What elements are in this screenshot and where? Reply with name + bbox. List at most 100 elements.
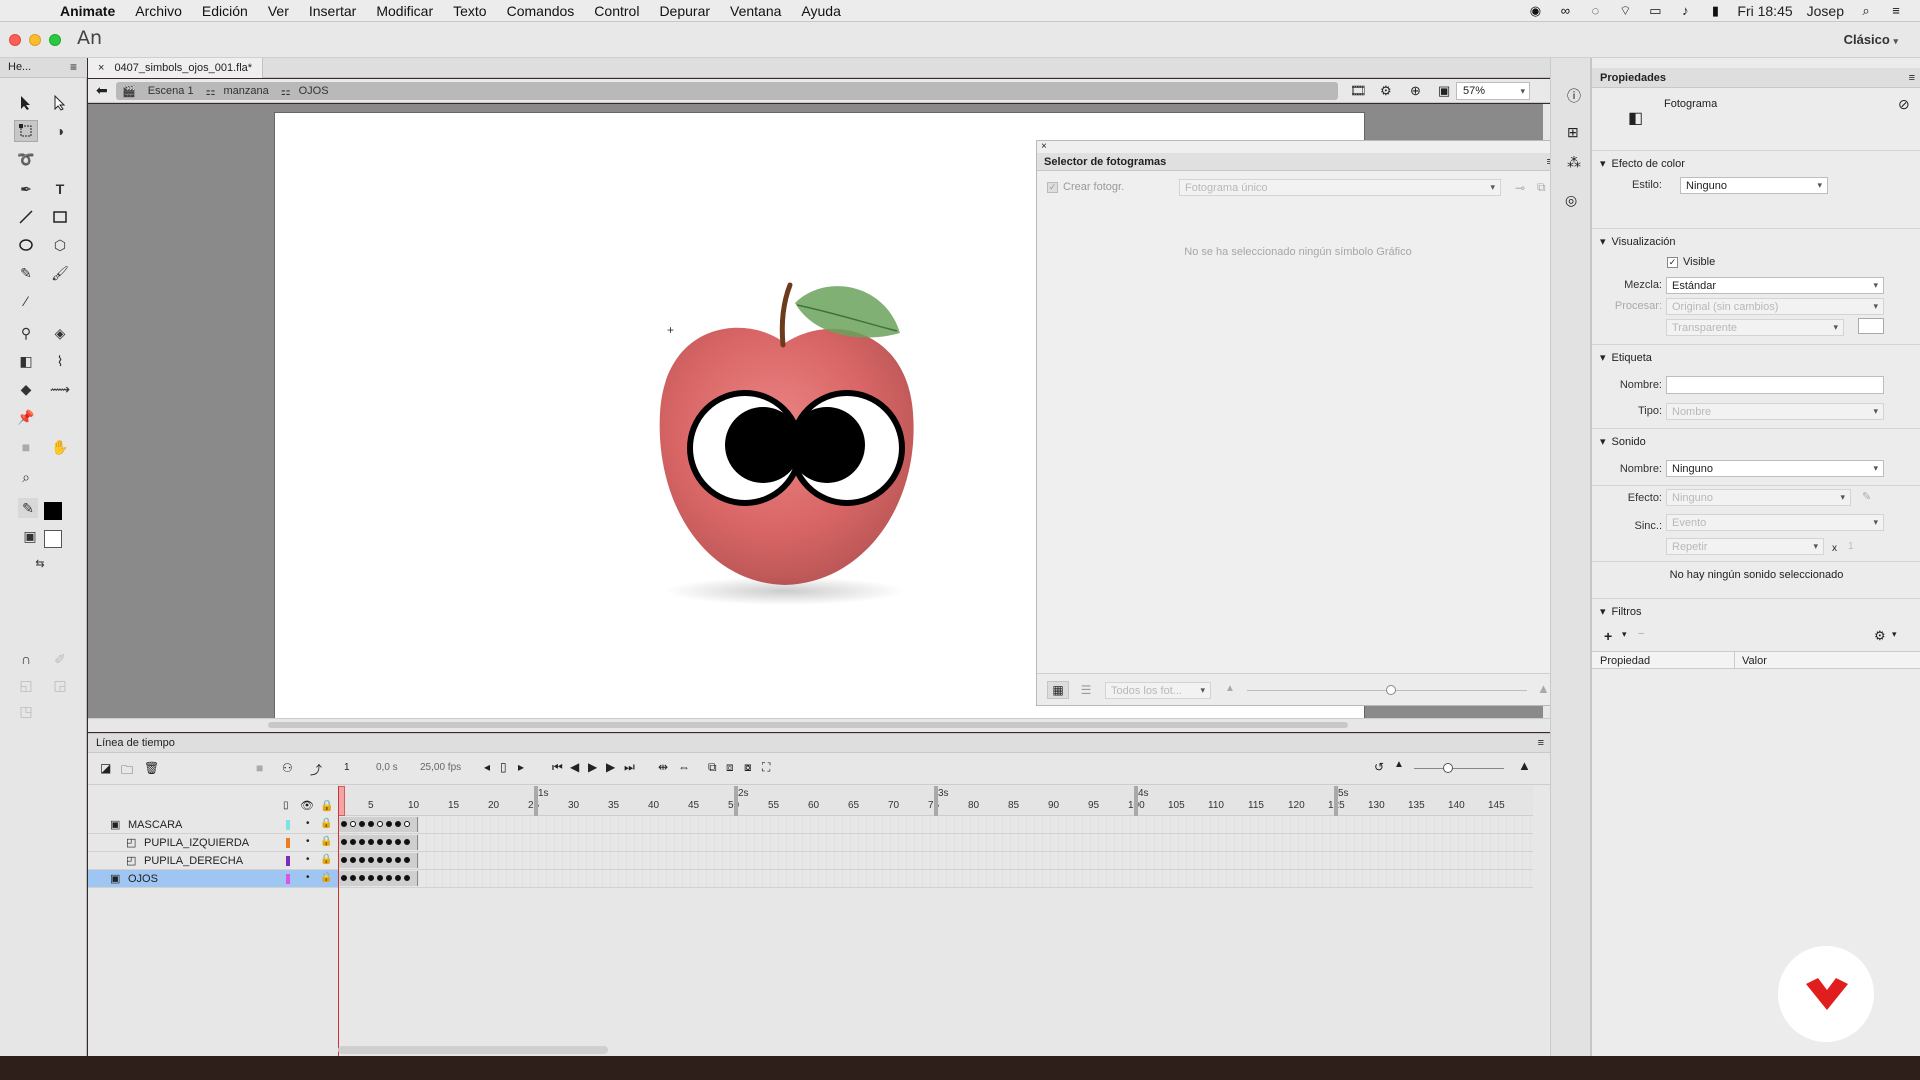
horizontal-scroll-thumb[interactable] <box>268 722 1348 728</box>
filters-col-property[interactable]: Propiedad <box>1600 655 1650 667</box>
keyframe[interactable] <box>368 857 374 863</box>
menu-ayuda[interactable]: Ayuda <box>801 3 840 19</box>
polystar-tool[interactable]: ⬡ <box>48 234 72 256</box>
new-layer-icon[interactable]: ◪ <box>100 761 111 775</box>
remove-filter-icon[interactable]: − <box>1638 628 1644 640</box>
prev-keyframe-icon[interactable]: ◂ <box>484 760 490 774</box>
line-tool[interactable] <box>14 206 38 228</box>
rectangle-tool[interactable] <box>48 206 72 228</box>
last-frame-icon[interactable]: ⏭ <box>624 760 635 775</box>
3d-rotation-tool[interactable]: ◑ <box>48 120 72 142</box>
layer-visibility-dot[interactable]: • <box>306 854 310 865</box>
keyframe[interactable] <box>359 839 365 845</box>
frame-mode-select[interactable]: Fotograma único ▾ <box>1179 179 1501 196</box>
panel-menu-icon[interactable]: ≡ <box>70 60 77 74</box>
breadcrumb-manzana[interactable]: manzana <box>223 85 268 97</box>
ink-bottle-tool[interactable]: ◧ <box>14 350 38 372</box>
layer-visibility-dot[interactable]: • <box>306 818 310 829</box>
frame-row[interactable] <box>338 852 1533 870</box>
swap-colors-icon[interactable]: ⇆ <box>28 552 52 574</box>
menu-texto[interactable]: Texto <box>453 3 486 19</box>
layer-visibility-dot[interactable]: • <box>306 836 310 847</box>
zoom-in-icon[interactable]: ▲ <box>1518 758 1531 773</box>
menu-comandos[interactable]: Comandos <box>507 3 575 19</box>
thumbnail-slider-handle[interactable] <box>1386 685 1396 695</box>
delete-layer-icon[interactable]: 🗑 <box>144 761 159 775</box>
sound-sync-select[interactable]: Evento ▾ <box>1666 514 1884 531</box>
document-tab[interactable]: × 0407_simbols_ojos_001.fla* <box>88 58 264 78</box>
keyframe[interactable] <box>377 821 383 827</box>
record-icon[interactable]: ◉ <box>1527 3 1543 18</box>
keyframe[interactable] <box>386 839 392 845</box>
lasso-tool[interactable]: ➰ <box>14 148 38 170</box>
zoom-out-icon[interactable]: ▲ <box>1394 759 1404 770</box>
visibility-toggle-icon[interactable]: 👁 <box>300 799 314 812</box>
close-tab-icon[interactable]: × <box>98 62 104 74</box>
layer-color-swatch[interactable] <box>286 820 290 830</box>
sound-header[interactable]: ▾ Sonido <box>1600 435 1646 449</box>
color-effect-header[interactable]: ▾ Efecto de color <box>1600 157 1685 171</box>
user-name[interactable]: Josep <box>1807 3 1844 19</box>
render-select[interactable]: Original (sin cambios) ▾ <box>1666 298 1884 315</box>
first-frame-icon[interactable]: ⏮ <box>552 760 563 775</box>
keyframe[interactable] <box>359 875 365 881</box>
fill-color-icon[interactable]: ▣ <box>20 526 40 546</box>
smooth-icon[interactable]: ✐ <box>48 648 72 670</box>
reset-icon[interactable]: ↺ <box>1374 760 1384 774</box>
edit-symbols-icon[interactable]: ⚙ <box>1380 83 1392 99</box>
menu-depurar[interactable]: Depurar <box>659 3 710 19</box>
filter-options-gear-icon[interactable]: ⚙ <box>1874 628 1886 644</box>
add-filter-icon[interactable]: + <box>1604 628 1612 644</box>
edit-scene-icon[interactable]: 🎞 <box>1350 83 1367 99</box>
paint-brush-tool[interactable]: 🖌 <box>48 262 72 284</box>
keyframe[interactable] <box>395 875 401 881</box>
layer-name[interactable]: PUPILA_DERECHA <box>144 855 288 867</box>
menu-archivo[interactable]: Archivo <box>135 3 182 19</box>
snap-to-objects-icon[interactable]: ∩ <box>14 648 38 670</box>
keyframe[interactable] <box>377 875 383 881</box>
label-type-select[interactable]: Nombre ▾ <box>1666 403 1884 420</box>
frame-row[interactable] <box>338 834 1533 852</box>
keyframe[interactable] <box>404 875 410 881</box>
apple-eyes-artwork[interactable] <box>635 273 955 613</box>
keyframe[interactable] <box>350 821 356 827</box>
workspace-switcher[interactable]: Clásico ▾ <box>1844 32 1898 47</box>
close-panel-icon[interactable]: × <box>1041 141 1047 152</box>
bone-tool[interactable]: ⚲ <box>14 322 38 344</box>
layer-row[interactable]: ◰ PUPILA_DERECHA • 🔒 <box>88 852 338 870</box>
layer-name[interactable]: PUPILA_IZQUIERDA <box>144 837 288 849</box>
frame-grid[interactable] <box>338 816 1533 888</box>
creative-cloud-icon[interactable]: ∞ <box>1557 3 1573 18</box>
camera-toggle-icon[interactable]: ■ <box>256 761 263 775</box>
grid-view-icon[interactable]: ▦ <box>1047 681 1069 699</box>
modify-markers-icon[interactable]: ⛶ <box>762 760 770 775</box>
menu-app[interactable]: Animate <box>60 3 115 19</box>
components-icon[interactable]: ⁂ <box>1567 154 1581 171</box>
loop-icon[interactable]: ⇹ <box>658 760 668 774</box>
label-header[interactable]: ▾ Etiqueta <box>1600 351 1652 365</box>
frame-rate[interactable]: 25,00 fps <box>420 762 461 773</box>
frame-row[interactable] <box>338 816 1533 834</box>
clip-stage-icon[interactable]: ▣ <box>1438 83 1450 99</box>
help-icon[interactable]: ⊘ <box>1898 96 1910 113</box>
clock[interactable]: Fri 18:45 <box>1737 3 1792 19</box>
background-color-swatch[interactable] <box>1858 318 1884 334</box>
center-frame-icon[interactable]: ⇔ <box>678 760 690 774</box>
copy-icon[interactable]: ⧉ <box>1537 180 1546 195</box>
layer-color-swatch[interactable] <box>286 874 290 884</box>
eyedropper-tool[interactable]: ⌇ <box>48 350 72 372</box>
layer-lock-icon[interactable]: 🔒 <box>320 872 332 883</box>
layer-name[interactable]: OJOS <box>128 873 288 885</box>
keyframe[interactable] <box>386 875 392 881</box>
minimize-window-button[interactable] <box>29 34 41 46</box>
keyframe[interactable] <box>368 875 374 881</box>
zoom-window-button[interactable] <box>49 34 61 46</box>
hand-tool[interactable]: ✋ <box>48 436 72 458</box>
center-stage-icon[interactable]: ⊕ <box>1410 83 1421 99</box>
timeline-scroll-thumb[interactable] <box>338 1046 608 1054</box>
rotate-skew-icon[interactable]: ◳ <box>14 700 38 722</box>
keyframe[interactable] <box>386 821 392 827</box>
selection-tool[interactable] <box>14 92 38 114</box>
keyframe[interactable] <box>404 821 410 827</box>
oval-tool[interactable] <box>14 234 38 256</box>
